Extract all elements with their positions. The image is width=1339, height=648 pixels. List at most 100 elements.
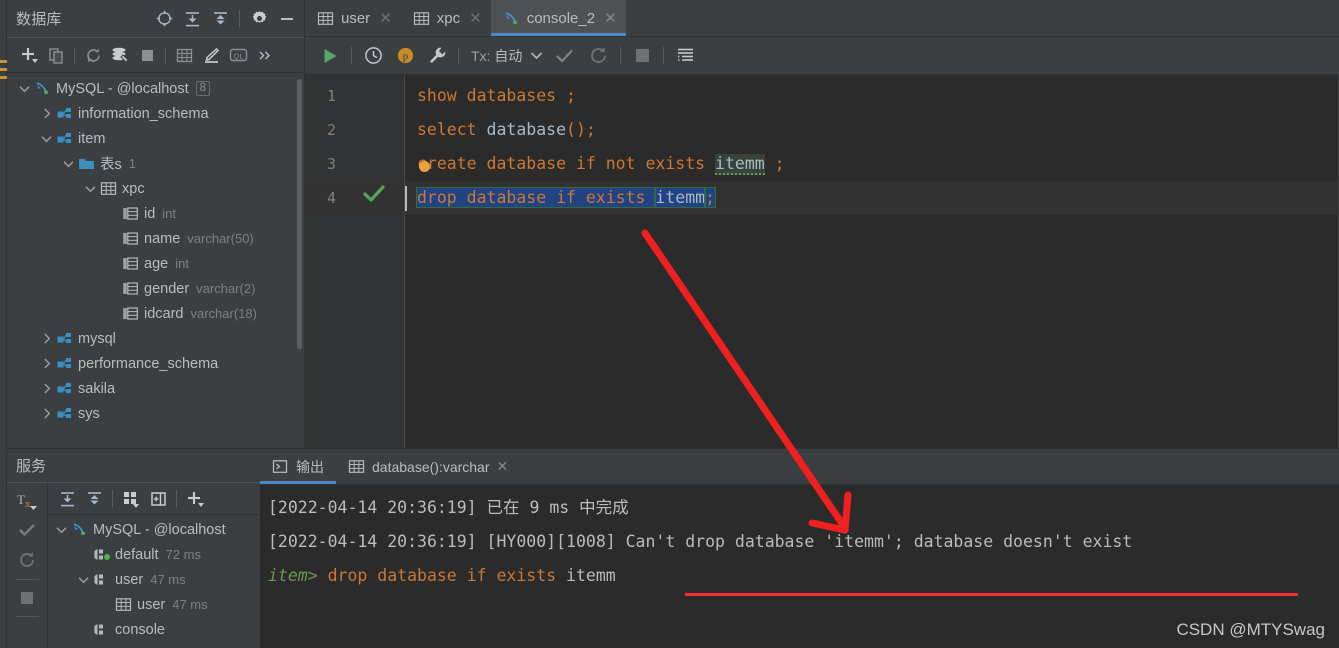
sql-editor[interactable]: 1234 show databases ; select database(); c… <box>305 75 1339 448</box>
db-tree-item-mysql[interactable]: mysql <box>7 326 304 351</box>
chevron-right-icon[interactable] <box>39 108 54 119</box>
commit-check-icon[interactable] <box>14 515 40 545</box>
chevron-down-icon[interactable] <box>83 185 98 193</box>
service-tree-item-console[interactable]: console <box>48 617 260 642</box>
chevron-down-icon[interactable] <box>17 85 32 93</box>
annotation-underline <box>685 593 1298 596</box>
rollback-icon[interactable] <box>14 545 40 575</box>
expand-all-icon[interactable] <box>207 6 233 32</box>
service-tree-item-user[interactable]: user 47 ms <box>48 592 260 617</box>
tx-value: 自动 <box>494 47 523 64</box>
group-icon[interactable] <box>118 486 144 512</box>
editor-tab-user[interactable]: user ✕ <box>305 0 401 36</box>
output-tab-[interactable]: 输出 <box>260 449 336 484</box>
intention-bulb-icon[interactable] <box>419 161 430 172</box>
db-tree-item-sys[interactable]: sys <box>7 401 304 426</box>
chevron-down-icon[interactable] <box>54 526 69 534</box>
stop-icon[interactable] <box>134 42 160 68</box>
target-icon[interactable] <box>151 6 177 32</box>
editor-tab-xpc[interactable]: xpc ✕ <box>401 0 491 36</box>
text-caret <box>405 186 407 211</box>
statement-success-check-icon[interactable] <box>363 181 385 215</box>
code-token: itemm <box>654 187 707 208</box>
chevron-down-icon[interactable] <box>526 43 546 69</box>
db-tree-item-mysqllocalhost[interactable]: MySQL - @localhost 8 <box>7 76 304 101</box>
db-tree-item-label: sakila <box>78 380 116 397</box>
code-token: ; <box>704 187 717 208</box>
copy-icon[interactable] <box>43 42 69 68</box>
db-tree-item-performance_schema[interactable]: performance_schema <box>7 351 304 376</box>
code-line[interactable]: show databases ; <box>417 79 576 113</box>
db-tree-item-item[interactable]: item <box>7 126 304 151</box>
schema-icon <box>54 131 74 146</box>
db-tree-item-s[interactable]: 表s 1 <box>7 151 304 176</box>
close-icon[interactable]: ✕ <box>497 458 509 475</box>
db-tree-item-id[interactable]: id int <box>7 201 304 226</box>
table-icon[interactable] <box>171 42 197 68</box>
code-line[interactable]: create database if not exists itemm ; <box>417 147 785 181</box>
chevron-right-icon[interactable] <box>39 358 54 369</box>
code-token: select <box>417 120 487 139</box>
service-tree-item-default[interactable]: default 72 ms <box>48 542 260 567</box>
db-tree-item-label: xpc <box>122 180 145 197</box>
stop-icon[interactable] <box>627 43 657 69</box>
db-tree-item-age[interactable]: age int <box>7 251 304 276</box>
database-tree-scrollbar[interactable] <box>297 79 302 349</box>
refresh-icon[interactable] <box>80 42 106 68</box>
close-icon[interactable]: ✕ <box>469 9 482 27</box>
rollback-icon[interactable] <box>582 43 614 69</box>
add-icon[interactable] <box>16 42 42 68</box>
db-tree-item-label: item <box>78 130 106 147</box>
collapse-all-icon[interactable] <box>54 486 80 512</box>
new-window-icon[interactable] <box>145 486 171 512</box>
collapse-all-icon[interactable] <box>179 6 205 32</box>
code-line[interactable]: select database(); <box>417 113 596 147</box>
chevron-down-icon[interactable] <box>76 576 91 584</box>
query-console-icon[interactable]: QL <box>225 42 251 68</box>
db-tree-item-information_schema[interactable]: information_schema <box>7 101 304 126</box>
datasource-properties-icon[interactable] <box>107 42 133 68</box>
db-tree-item-gender[interactable]: gender varchar(2) <box>7 276 304 301</box>
close-icon[interactable]: ✕ <box>604 9 617 27</box>
add-icon[interactable] <box>182 486 208 512</box>
service-tree-item-mysqllocalhost[interactable]: MySQL - @localhost <box>48 517 260 542</box>
chevron-down-icon[interactable] <box>61 160 76 168</box>
expand-all-icon[interactable] <box>81 486 107 512</box>
output-tab-databasevarchar[interactable]: database():varchar ✕ <box>336 449 520 484</box>
commit-check-icon[interactable] <box>548 43 580 69</box>
output-line: item> drop database if exists itemm <box>268 559 1339 593</box>
service-tree-item-user[interactable]: user 47 ms <box>48 567 260 592</box>
editor-gutter[interactable]: 1 2 3 4 <box>305 75 405 448</box>
editor-tab-console_2[interactable]: console_2 ✕ <box>490 0 626 36</box>
history-clock-icon[interactable] <box>358 43 388 69</box>
more-chevron-icon[interactable] <box>252 42 278 68</box>
db-tree-item-sakila[interactable]: sakila <box>7 376 304 401</box>
mysql-dolphin-icon <box>69 522 89 537</box>
tx-icon[interactable]: Tx <box>14 487 40 515</box>
stop-icon[interactable] <box>14 584 40 612</box>
datagrip-window: 数据库 QL MySQL - @localhost 8 information_… <box>0 0 1339 648</box>
settings-gear-icon[interactable] <box>246 6 272 32</box>
services-tree[interactable]: MySQL - @localhost default 72 ms user 47 ms u… <box>48 515 260 642</box>
editor-tab-bar: user ✕ xpc ✕ console_2 ✕ <box>305 0 1339 37</box>
db-tree-item-idcard[interactable]: idcard varchar(18) <box>7 301 304 326</box>
table-icon <box>413 11 430 26</box>
chevron-right-icon[interactable] <box>39 333 54 344</box>
chevron-down-icon[interactable] <box>39 135 54 143</box>
connection-icon <box>91 622 111 637</box>
layout-icon[interactable] <box>670 43 700 69</box>
tx-mode-label[interactable]: Tx: 自动 <box>471 46 522 66</box>
editor-code-lines[interactable]: show databases ; select database(); create… <box>405 75 1339 448</box>
chevron-right-icon[interactable] <box>39 408 54 419</box>
db-tree-item-xpc[interactable]: xpc <box>7 176 304 201</box>
wrench-icon[interactable] <box>422 43 452 69</box>
chevron-right-icon[interactable] <box>39 383 54 394</box>
edit-icon[interactable] <box>198 42 224 68</box>
db-tree-item-name[interactable]: name varchar(50) <box>7 226 304 251</box>
database-tree[interactable]: MySQL - @localhost 8 information_schemaite… <box>7 73 304 448</box>
p-badge-icon[interactable]: p <box>390 43 420 69</box>
minimize-icon[interactable] <box>274 6 300 32</box>
run-play-icon[interactable] <box>315 43 345 69</box>
close-icon[interactable]: ✕ <box>379 9 392 27</box>
code-line[interactable]: drop database if exists itemm; <box>415 181 717 215</box>
